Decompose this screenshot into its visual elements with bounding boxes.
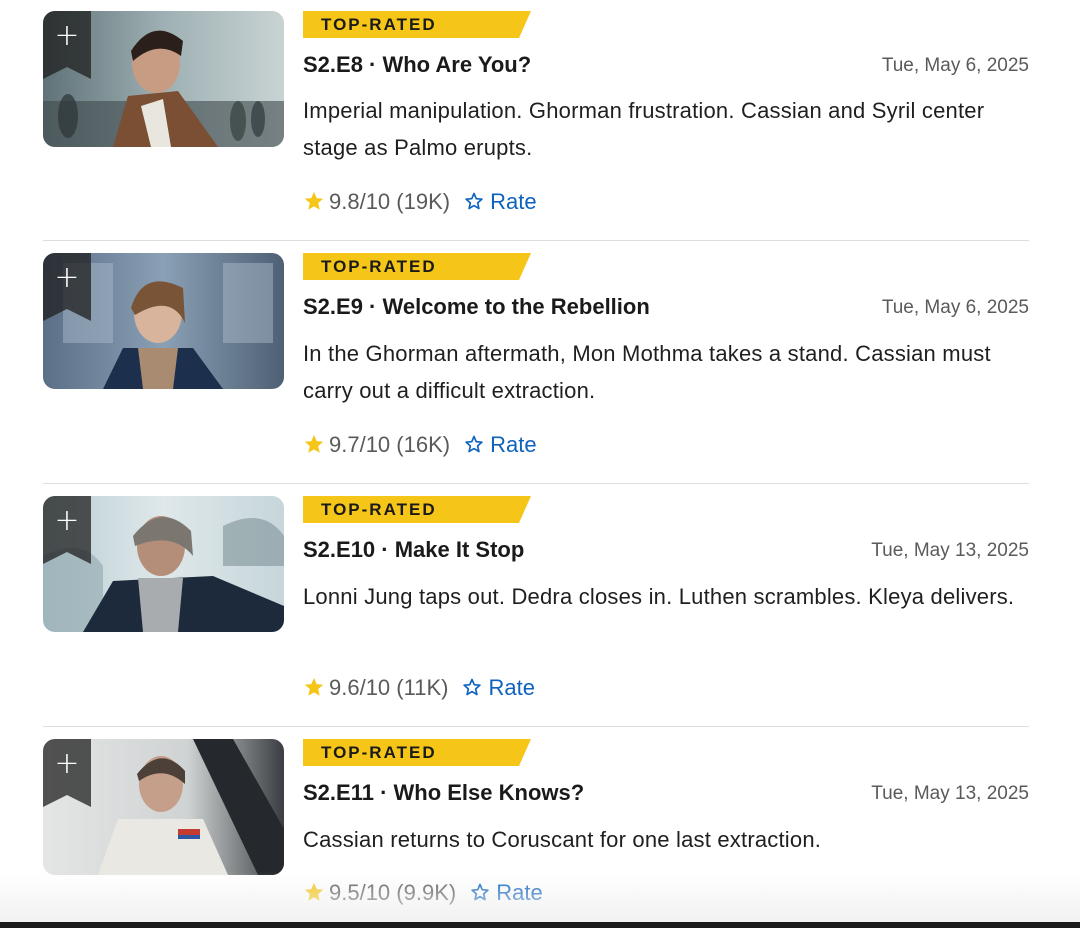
rating-value: 9.8/10	[329, 189, 391, 214]
title-row: S2.E9 · Welcome to the Rebellion Tue, Ma…	[303, 292, 1029, 322]
plus-icon: +	[54, 260, 80, 295]
episode-title-link[interactable]: S2.E11 · Who Else Knows?	[303, 778, 584, 808]
star-icon	[304, 435, 324, 453]
top-rated-badge: TOP-RATED	[303, 11, 531, 38]
rating-value: 9.7/10	[329, 432, 391, 457]
vote-count: (16K)	[396, 432, 451, 457]
rate-button[interactable]: Rate	[462, 673, 535, 703]
air-date: Tue, May 6, 2025	[881, 55, 1029, 76]
add-to-watchlist-button[interactable]: +	[43, 11, 91, 79]
episode-thumbnail[interactable]: +	[43, 496, 284, 632]
rate-button[interactable]: Rate	[470, 878, 543, 908]
episode-plot: Lonni Jung taps out. Dedra closes in. Lu…	[303, 584, 1015, 609]
top-rated-badge: TOP-RATED	[303, 739, 531, 766]
add-to-watchlist-button[interactable]: +	[43, 496, 91, 564]
plus-icon: +	[54, 18, 80, 53]
vote-count: (9.9K)	[396, 880, 457, 905]
vote-count: (19K)	[396, 189, 451, 214]
rate-label: Rate	[490, 432, 537, 457]
episode-title-link[interactable]: S2.E8 · Who Are You?	[303, 50, 531, 80]
badge-label: TOP-RATED	[321, 15, 437, 34]
episode-title-link[interactable]: S2.E10 · Make It Stop	[303, 535, 524, 565]
air-date: Tue, May 13, 2025	[871, 783, 1029, 804]
episode-thumbnail[interactable]: +	[43, 253, 284, 389]
title-row: S2.E11 · Who Else Knows? Tue, May 13, 20…	[303, 778, 1029, 808]
star-outline-icon	[463, 678, 482, 696]
top-rated-badge: TOP-RATED	[303, 496, 531, 523]
window-bottom-edge	[0, 922, 1080, 928]
badge-label: TOP-RATED	[321, 500, 437, 519]
top-rated-badge: TOP-RATED	[303, 253, 531, 280]
episode-list: + TOP-RATED S2.E8 · Who Are You? Tue, Ma…	[43, 0, 1029, 928]
rate-button[interactable]: Rate	[464, 430, 537, 460]
episode-card: + TOP-RATED S2.E10 · Make It Stop Tue, M…	[43, 484, 1029, 727]
plus-icon: +	[54, 503, 80, 538]
episode-thumbnail[interactable]: +	[43, 739, 284, 875]
star-outline-icon	[465, 192, 483, 210]
air-date: Tue, May 13, 2025	[871, 540, 1029, 561]
rating-value: 9.5/10	[329, 880, 391, 905]
rate-label: Rate	[490, 189, 537, 214]
plus-icon: +	[54, 746, 80, 781]
rating-row: 9.5/10 (9.9K) Rate	[303, 878, 543, 908]
star-icon	[304, 192, 324, 210]
episode-thumbnail[interactable]: +	[43, 11, 284, 147]
title-row: S2.E8 · Who Are You? Tue, May 6, 2025	[303, 50, 1029, 80]
vote-count: (11K)	[396, 675, 449, 700]
episode-card: + TOP-RATED S2.E11 · Who Else Knows? Tue…	[43, 727, 1029, 928]
episode-card: + TOP-RATED S2.E9 · Welcome to the Rebel…	[43, 241, 1029, 484]
rate-label: Rate	[488, 675, 535, 700]
badge-label: TOP-RATED	[321, 257, 437, 276]
episode-plot: In the Ghorman aftermath, Mon Mothma tak…	[303, 341, 991, 403]
star-icon	[304, 883, 324, 901]
air-date: Tue, May 6, 2025	[881, 297, 1029, 318]
add-to-watchlist-button[interactable]: +	[43, 739, 91, 807]
rate-label: Rate	[496, 880, 543, 905]
star-icon	[304, 678, 324, 696]
rating-row: 9.6/10 (11K) Rate	[303, 673, 535, 703]
episode-card: + TOP-RATED S2.E8 · Who Are You? Tue, Ma…	[43, 0, 1029, 241]
episode-plot: Cassian returns to Coruscant for one las…	[303, 827, 822, 852]
rating-value: 9.6/10	[329, 675, 391, 700]
episode-plot: Imperial manipulation. Ghorman frustrati…	[303, 98, 985, 160]
star-outline-icon	[465, 435, 483, 453]
title-row: S2.E10 · Make It Stop Tue, May 13, 2025	[303, 535, 1029, 565]
add-to-watchlist-button[interactable]: +	[43, 253, 91, 321]
rating-row: 9.8/10 (19K) Rate	[303, 187, 537, 217]
episode-list-page: + TOP-RATED S2.E8 · Who Are You? Tue, Ma…	[0, 0, 1080, 928]
star-outline-icon	[471, 883, 489, 901]
rate-button[interactable]: Rate	[464, 187, 537, 217]
episode-title-link[interactable]: S2.E9 · Welcome to the Rebellion	[303, 292, 650, 322]
badge-label: TOP-RATED	[321, 743, 437, 762]
rating-row: 9.7/10 (16K) Rate	[303, 430, 537, 460]
